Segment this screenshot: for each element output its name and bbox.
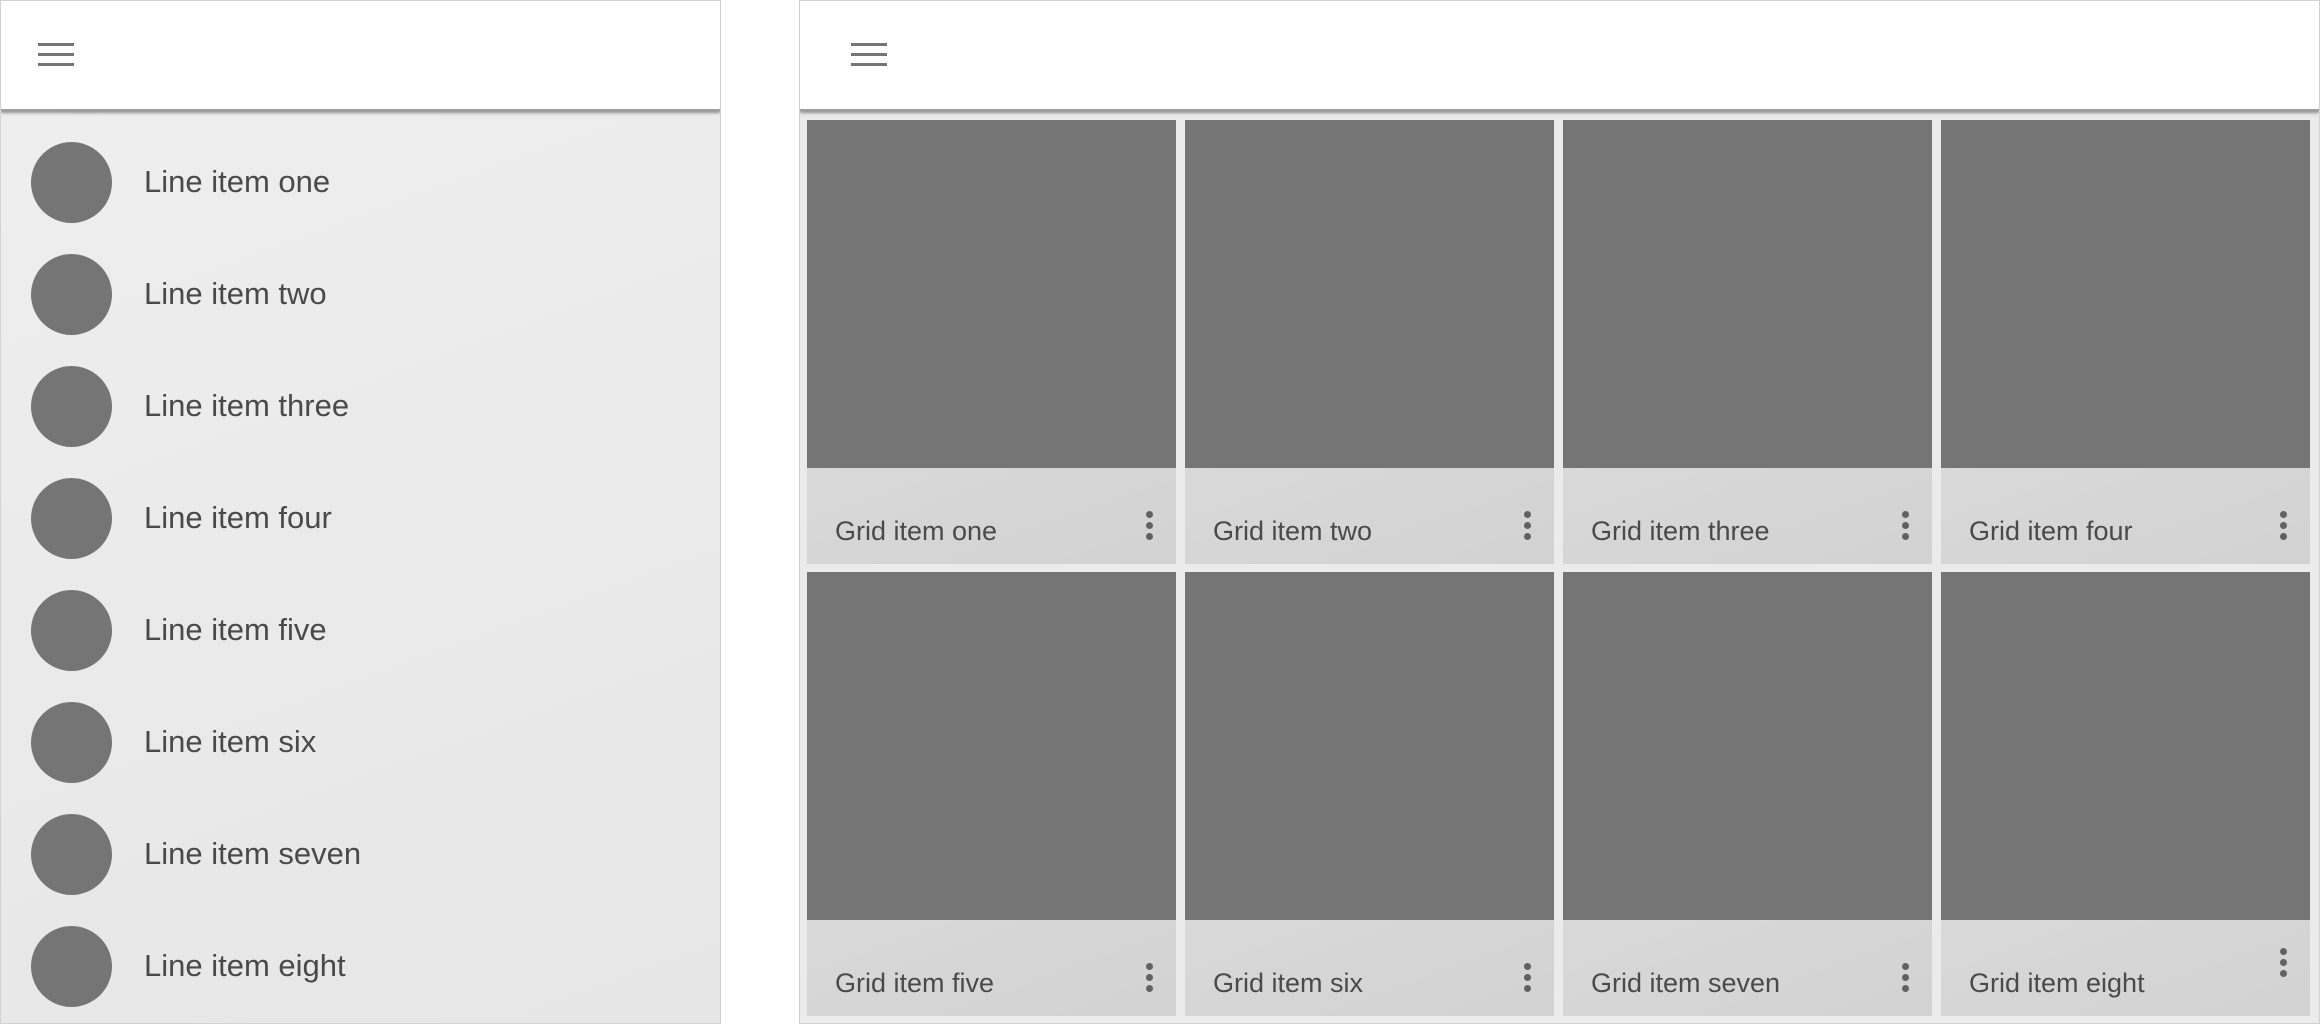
grid-tile[interactable]: Grid item one [807, 120, 1176, 564]
grid-tile-footer: Grid item eight [1941, 920, 2310, 1016]
list-panel: Line item one Line item two Line item th… [0, 0, 721, 1024]
avatar [31, 142, 112, 223]
more-vert-icon[interactable] [2277, 511, 2289, 543]
grid-image-placeholder [1185, 120, 1554, 468]
list-item-label: Line item three [144, 388, 350, 423]
grid-item-label: Grid item five [835, 968, 995, 998]
avatar [31, 254, 112, 335]
grid-tile[interactable]: Grid item seven [1563, 572, 1932, 1016]
grid-tile[interactable]: Grid item two [1185, 120, 1554, 564]
grid-item-label: Grid item three [1591, 516, 1770, 546]
list-item[interactable]: Line item one [1, 113, 720, 225]
list-item-label: Line item five [144, 612, 327, 647]
grid-item-label: Grid item seven [1591, 968, 1781, 998]
grid-image-placeholder [807, 120, 1176, 468]
list-item[interactable]: Line item three [1, 337, 720, 449]
grid-image-placeholder [1185, 572, 1554, 920]
grid-tile-footer: Grid item seven [1563, 920, 1932, 1016]
list-item[interactable]: Line item five [1, 561, 720, 673]
avatar [31, 702, 112, 783]
avatar [31, 366, 112, 447]
list-app-bar [1, 1, 720, 111]
grid-tile-footer: Grid item three [1563, 468, 1932, 564]
grid-image-placeholder [1563, 120, 1932, 468]
list-item-label: Line item eight [144, 948, 346, 983]
list-item-label: Line item one [144, 164, 331, 199]
grid-tile[interactable]: Grid item eight [1941, 572, 2310, 1016]
avatar [31, 478, 112, 559]
list-item[interactable]: Line item eight [1, 897, 720, 1009]
grid-app-bar [800, 1, 2319, 111]
list-item[interactable]: Line item seven [1, 785, 720, 897]
grid-tile-footer: Grid item one [807, 468, 1176, 564]
grid-item-label: Grid item six [1213, 968, 1364, 998]
more-vert-icon[interactable] [2277, 948, 2289, 980]
list-item-label: Line item four [144, 500, 332, 535]
list-item[interactable]: Line item four [1, 449, 720, 561]
grid-tile[interactable]: Grid item three [1563, 120, 1932, 564]
more-vert-icon[interactable] [1899, 511, 1911, 543]
grid-item-label: Grid item four [1969, 516, 2133, 546]
grid-tile-footer: Grid item six [1185, 920, 1554, 1016]
grid-image-placeholder [807, 572, 1176, 920]
more-vert-icon[interactable] [1143, 963, 1155, 995]
grid-tile-footer: Grid item five [807, 920, 1176, 1016]
grid-item-label: Grid item one [835, 516, 998, 546]
more-vert-icon[interactable] [1521, 963, 1533, 995]
grid-tile-footer: Grid item two [1185, 468, 1554, 564]
grid-tile[interactable]: Grid item six [1185, 572, 1554, 1016]
list-item-label: Line item seven [144, 836, 362, 871]
list-item[interactable]: Line item two [1, 225, 720, 337]
grid-tile[interactable]: Grid item four [1941, 120, 2310, 564]
grid-item-label: Grid item eight [1969, 968, 2145, 998]
avatar [31, 590, 112, 671]
grid-image-placeholder [1941, 572, 2310, 920]
more-vert-icon[interactable] [1143, 511, 1155, 543]
list-item-label: Line item six [144, 724, 317, 759]
avatar [31, 926, 112, 1007]
list-item[interactable]: Line item six [1, 673, 720, 785]
more-vert-icon[interactable] [1899, 963, 1911, 995]
grid-item-label: Grid item two [1213, 516, 1373, 546]
grid-image-placeholder [1941, 120, 2310, 468]
more-vert-icon[interactable] [1521, 511, 1533, 543]
hamburger-menu-icon[interactable] [38, 43, 74, 69]
grid-tile[interactable]: Grid item five [807, 572, 1176, 1016]
list-item-label: Line item two [144, 276, 327, 311]
grid-image-placeholder [1563, 572, 1932, 920]
hamburger-menu-icon[interactable] [851, 43, 887, 69]
grid-tile-footer: Grid item four [1941, 468, 2310, 564]
grid-panel: Grid item one Grid item two Grid item th… [799, 0, 2320, 1024]
avatar [31, 814, 112, 895]
